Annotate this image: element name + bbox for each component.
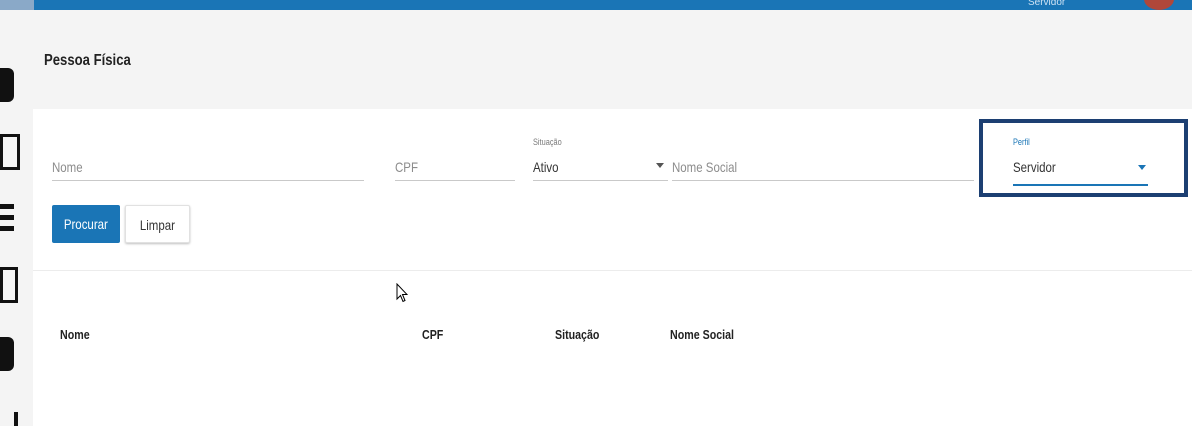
search-button[interactable]: Procurar [52, 205, 120, 243]
column-header-cpf: CPF [422, 327, 444, 342]
results-table: Nome CPF Situação Nome Social [33, 270, 1192, 426]
cpf-placeholder: CPF [395, 159, 418, 175]
situacao-select[interactable]: Situação Ativo [533, 137, 668, 181]
column-header-nome-social: Nome Social [670, 327, 734, 342]
perfil-select[interactable]: Perfil Servidor [1013, 137, 1148, 186]
user-avatar[interactable] [1144, 0, 1174, 10]
mouse-cursor-icon [396, 283, 408, 303]
chevron-down-icon [1138, 165, 1146, 170]
perfil-label: Perfil [1013, 137, 1030, 147]
person-icon[interactable] [0, 68, 14, 102]
user-profile-label[interactable]: Servidor [1028, 0, 1065, 8]
document-icon[interactable] [0, 337, 14, 371]
tools-icon[interactable] [14, 412, 18, 426]
top-bar: Servidor [0, 0, 1192, 10]
list-icon[interactable] [0, 204, 14, 234]
nome-social-placeholder: Nome Social [672, 159, 738, 175]
nome-social-field[interactable]: Nome Social [672, 150, 974, 181]
perfil-value: Servidor [1013, 159, 1056, 175]
calendar-icon[interactable] [0, 267, 18, 303]
situacao-label: Situação [533, 137, 562, 147]
nome-field[interactable]: Nome [52, 150, 364, 181]
chevron-down-icon [656, 163, 664, 168]
column-header-nome: Nome [60, 327, 90, 342]
monitor-icon[interactable] [0, 134, 20, 170]
situacao-value: Ativo [533, 159, 559, 175]
cpf-field[interactable]: CPF [395, 150, 515, 181]
column-header-situacao: Situação [555, 327, 600, 342]
app-logo[interactable] [0, 0, 34, 10]
clear-button[interactable]: Limpar [125, 205, 190, 243]
page-title: Pessoa Física [44, 52, 131, 69]
nome-placeholder: Nome [52, 159, 83, 175]
